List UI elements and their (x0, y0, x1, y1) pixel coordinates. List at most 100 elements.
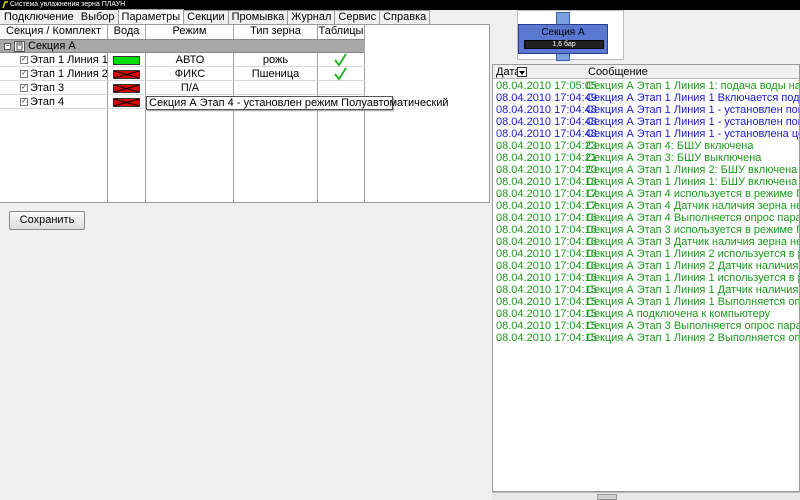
log-row[interactable]: 08.04.2010 17:04:48Секция А Этап 1 Линия… (496, 104, 799, 116)
grid-header: Секция / Комплект Вода Режим Тип зерна Т… (0, 25, 365, 39)
header-mode[interactable]: Режим (146, 25, 234, 39)
tab-journal[interactable]: Журнал (287, 10, 336, 24)
log-row[interactable]: 08.04.2010 17:04:16Секция А Этап 1 Линия… (496, 272, 799, 284)
log-date: 08.04.2010 17:04:16 (496, 248, 597, 260)
window-title: Система увлажнения зерна ПЛАУН (10, 1, 126, 8)
log-date: 08.04.2010 17:04:17 (496, 200, 597, 212)
row-tooltip: Секция А Этап 4 - установлен режим Полуа… (146, 96, 449, 110)
green-check-icon[interactable] (333, 67, 347, 81)
tab-selection[interactable]: Выбор (76, 10, 119, 24)
log-row[interactable]: 08.04.2010 17:04:20Секция А Этап 1 Линия… (496, 164, 797, 176)
log-row[interactable]: 08.04.2010 17:04:16Секция А Этап 1 Линия… (496, 248, 799, 260)
log-row[interactable]: 08.04.2010 17:04:23Секция А Этап 4: БШУ … (496, 140, 754, 152)
log-row[interactable]: 08.04.2010 17:04:15Секция А Этап 1 Линия… (496, 284, 799, 296)
tab-washing[interactable]: Промывка (227, 10, 289, 24)
row-checkbox[interactable]: ✓ (20, 70, 28, 78)
header-section-kit[interactable]: Секция / Комплект (0, 25, 108, 39)
log-row[interactable]: 08.04.2010 17:04:49Секция А Этап 1 Линия… (496, 92, 800, 104)
log-message: Секция А Этап 1 Линия 1 - установлена це… (586, 128, 799, 140)
tab-connection[interactable]: Подключение (0, 10, 78, 24)
header-water[interactable]: Вода (108, 25, 146, 39)
log-message: Секция А Этап 3 Выполняется опрос параме… (586, 320, 799, 332)
log-row[interactable]: 08.04.2010 17:04:16Секция А Этап 3 испол… (496, 224, 799, 236)
collapse-icon[interactable]: − (4, 43, 11, 50)
log-row[interactable]: 08.04.2010 17:04:15Секция А Этап 3 Выпол… (496, 320, 799, 332)
log-date: 08.04.2010 17:04:20 (496, 164, 597, 176)
save-button[interactable]: Сохранить (9, 211, 85, 230)
log-date: 08.04.2010 17:05:05 (496, 80, 597, 92)
log-row[interactable]: 08.04.2010 17:05:05Секция А Этап 1 Линия… (496, 80, 800, 92)
row-mode[interactable]: АВТО (147, 53, 233, 67)
log-message: Секция А Этап 4 используется в режиме П/… (586, 188, 800, 200)
log-date: 08.04.2010 17:04:17 (496, 188, 597, 200)
app-icon (2, 1, 8, 9)
row-grain[interactable]: Пшеница (234, 67, 317, 81)
log-row[interactable]: 08.04.2010 17:04:15Секция А Этап 1 Линия… (496, 332, 799, 344)
log-row[interactable]: 08.04.2010 17:04:48Секция А Этап 1 Линия… (496, 116, 799, 128)
row-mode[interactable]: П/А (147, 81, 233, 95)
event-log[interactable]: Дата Сообщение 08.04.2010 17:05:05Секция… (492, 64, 800, 492)
log-row[interactable]: 08.04.2010 17:04:15Секция А Этап 1 Линия… (496, 296, 800, 308)
log-row[interactable]: 08.04.2010 17:04:16Секция А Этап 3 Датчи… (496, 236, 799, 248)
log-message: Секция А Этап 1 Линия 2 используется в р… (586, 248, 799, 260)
water-indicator-off (113, 98, 140, 107)
log-date: 08.04.2010 17:04:16 (496, 212, 597, 224)
log-message: Секция А Этап 3: БШУ выключена (586, 152, 762, 164)
row-name: Этап 1 Линия 2 (30, 68, 108, 80)
tab-parameters[interactable]: Параметры (117, 9, 185, 24)
row-checkbox[interactable]: ✓ (20, 98, 28, 106)
row-name: Этап 3 (30, 82, 65, 94)
log-header-message[interactable]: Сообщение (588, 65, 648, 79)
row-checkbox[interactable]: ✓ (20, 56, 28, 64)
section-a-unit[interactable]: Секция А 1,6 бар (518, 24, 608, 54)
tab-help[interactable]: Справка (379, 10, 431, 24)
log-date: 08.04.2010 17:04:15 (496, 320, 597, 332)
row-grain[interactable]: рожь (234, 53, 317, 67)
log-horizontal-scrollbar[interactable] (492, 492, 800, 500)
row-mode[interactable]: ФИКС (147, 67, 233, 81)
log-row[interactable]: 08.04.2010 17:04:16Секция А Этап 4 Выпол… (496, 212, 799, 224)
tab-service[interactable]: Сервис (334, 10, 381, 24)
log-message: Секция А Этап 1 Линия 1 Датчик наличия з… (586, 284, 799, 296)
table-row[interactable]: ✓ Этап 1 Линия 2 ФИКС Пшеница (0, 67, 365, 81)
pipe-bottom (556, 53, 570, 61)
log-message: Секция А Этап 1 Линия 1 - установлен поп… (586, 104, 799, 116)
log-message: Секция А Этап 1 Линия 1: подача воды нач… (586, 80, 800, 92)
sort-dropdown-icon[interactable] (517, 67, 527, 77)
log-date: 08.04.2010 17:04:23 (496, 140, 597, 152)
tab-sections[interactable]: Секции (183, 10, 229, 24)
log-message: Секция А Этап 1 Линия 1 Выполняется опро… (586, 296, 800, 308)
log-message: Секция А Этап 1 Линия 1 Включается подач… (586, 92, 800, 104)
scrollbar-thumb[interactable] (597, 494, 617, 500)
log-date: 08.04.2010 17:04:49 (496, 92, 597, 104)
section-icon (14, 41, 25, 52)
header-tables[interactable]: Таблицы (318, 25, 365, 39)
water-indicator-on (113, 56, 140, 65)
table-row[interactable]: ✓ Этап 1 Линия 1 АВТО рожь (0, 53, 365, 67)
log-date: 08.04.2010 17:04:15 (496, 308, 597, 320)
header-grain-type[interactable]: Тип зерна (234, 25, 318, 39)
log-row[interactable]: 08.04.2010 17:04:17Секция А Этап 4 испол… (496, 188, 800, 200)
log-message: Секция А Этап 1 Линия 1 - установлен поп… (586, 116, 799, 128)
log-row[interactable]: 08.04.2010 17:04:18Секция А Этап 1 Линия… (496, 176, 797, 188)
log-row[interactable]: 08.04.2010 17:04:16Секция А Этап 1 Линия… (496, 260, 799, 272)
pressure-indicator: 1,6 бар (524, 40, 604, 49)
log-message: Секция А Этап 3 Датчик наличия зерна не … (586, 236, 799, 248)
log-date: 08.04.2010 17:04:48 (496, 116, 597, 128)
log-row[interactable]: 08.04.2010 17:04:15Секция А подключена к… (496, 308, 770, 320)
row-name: Этап 1 Линия 1 (30, 54, 108, 66)
tab-strip: Подключение Выбор Параметры Секции Промы… (0, 9, 490, 25)
log-row[interactable]: 08.04.2010 17:04:21Секция А Этап 3: БШУ … (496, 152, 761, 164)
log-date: 08.04.2010 17:04:16 (496, 236, 597, 248)
log-row[interactable]: 08.04.2010 17:04:17Секция А Этап 4 Датчи… (496, 200, 799, 212)
row-checkbox[interactable]: ✓ (20, 84, 28, 92)
log-message: Секция А Этап 1 Линия 2: БШУ включена (586, 164, 798, 176)
green-check-icon[interactable] (333, 53, 347, 67)
log-date: 08.04.2010 17:04:16 (496, 260, 597, 272)
log-row[interactable]: 08.04.2010 17:04:48Секция А Этап 1 Линия… (496, 128, 799, 140)
log-message: Секция А Этап 4 Выполняется опрос параме… (586, 212, 799, 224)
section-row[interactable]: − Секция А (0, 39, 365, 53)
water-indicator-off (113, 70, 140, 79)
log-message: Секция А Этап 1 Линия 2 Датчик наличия з… (586, 260, 799, 272)
table-row[interactable]: ✓ Этап 3 П/А (0, 81, 365, 95)
